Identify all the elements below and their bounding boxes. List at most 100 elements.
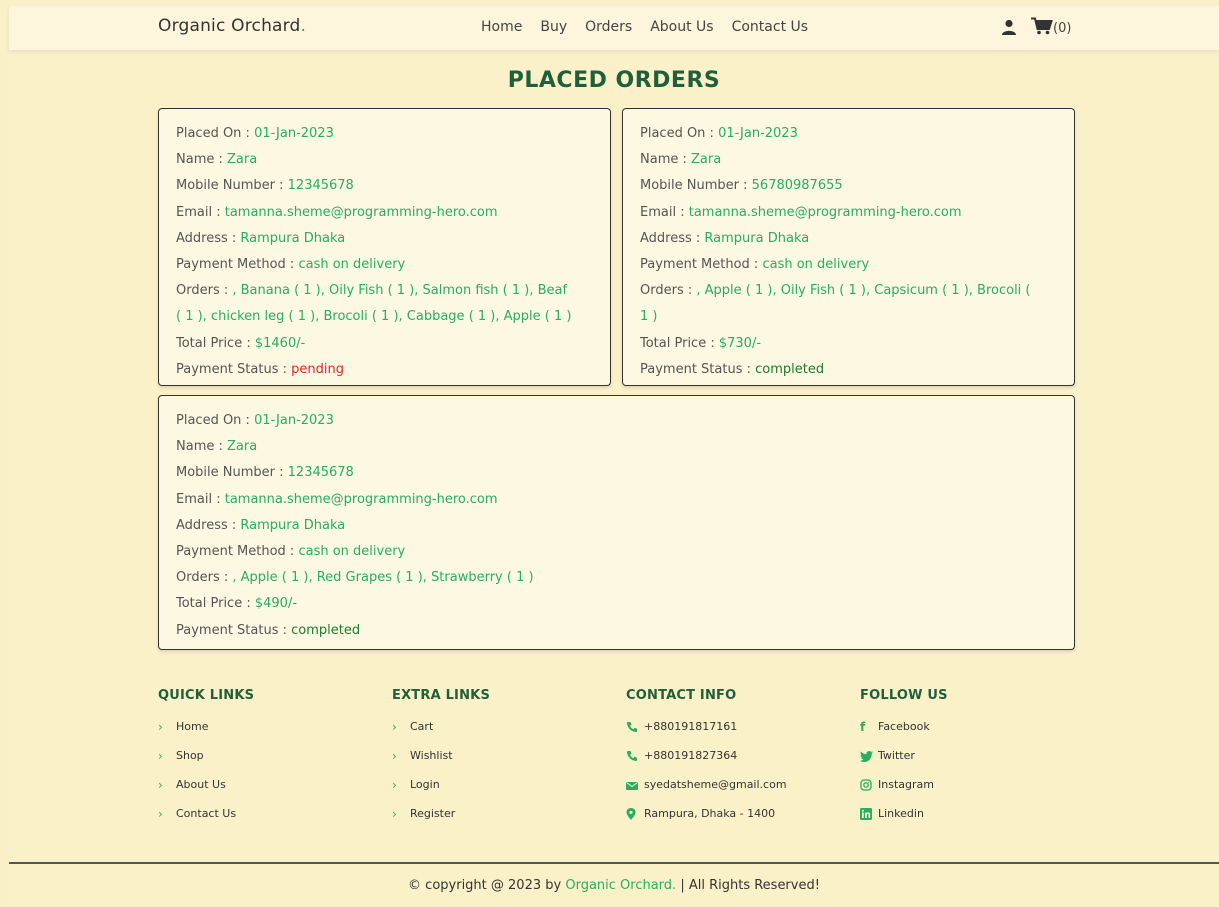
nav-about-us[interactable]: About Us — [650, 19, 713, 35]
name-value: Zara — [227, 152, 258, 168]
orders-row: Orders : , Apple ( 1 ), Red Grapes ( 1 )… — [176, 565, 1074, 591]
social-linkedin[interactable]: Linkedin — [860, 807, 948, 836]
facebook-icon: f — [860, 720, 866, 734]
user-icon[interactable] — [1001, 19, 1019, 37]
placed-on-value: 01-Jan-2023 — [254, 413, 334, 428]
nav-contact-us[interactable]: Contact Us — [732, 19, 808, 35]
placed-on-label: Placed On : — [176, 126, 255, 141]
total-price-value: $1460/- — [254, 335, 306, 351]
copyright-brand: Organic Orchard. — [565, 878, 677, 893]
name-label: Name : — [640, 152, 691, 168]
footer-link-about-us[interactable]: › About Us — [158, 778, 254, 807]
cart-button[interactable]: (0) — [1031, 17, 1071, 39]
quick-links-title: QUICK LINKS — [158, 688, 255, 703]
payment-method-value: cash on delivery — [298, 544, 406, 560]
follow-us-title: FOLLOW US — [860, 688, 948, 703]
copyright: © copyright @ 2023 by Organic Orchard. |… — [9, 878, 1219, 893]
footer-link-cart[interactable]: › Cart — [392, 720, 490, 749]
header-icons: (0) — [1001, 17, 1071, 39]
contact-phone-1[interactable]: +880191817161 — [626, 720, 787, 749]
footer-link-register[interactable]: › Register — [392, 807, 490, 836]
placed-on-value: 01-Jan-2023 — [254, 126, 334, 141]
phone-icon — [626, 720, 644, 734]
envelope-icon — [626, 778, 644, 792]
order-card: Placed On : 01-Jan-2023 Name : Zara Mobi… — [622, 108, 1075, 386]
placed-on-label: Placed On : — [176, 413, 255, 428]
footer-link-wishlist[interactable]: › Wishlist — [392, 749, 490, 778]
payment-method-row: Payment Method : cash on delivery — [640, 252, 1074, 278]
cart-icon — [1031, 17, 1053, 39]
email-label: Email : — [176, 204, 225, 220]
header: Organic Orchard. Home Buy Orders About U… — [9, 6, 1219, 50]
social-twitter[interactable]: Twitter — [859, 749, 948, 778]
mobile-label: Mobile Number : — [640, 178, 752, 194]
footer-link-shop[interactable]: › Shop — [158, 749, 254, 778]
extra-links-title: EXTRA LINKS — [392, 688, 491, 703]
mobile-row: Mobile Number : 12345678 — [176, 460, 1074, 486]
nav-buy[interactable]: Buy — [540, 19, 567, 35]
placed-on-row: Placed On : 01-Jan-2023 — [176, 408, 1074, 434]
copyright-prefix: © copyright @ 2023 by — [408, 878, 566, 893]
social-instagram[interactable]: Instagram — [860, 778, 948, 807]
contact-phone-2[interactable]: +880191827364 — [626, 749, 787, 778]
name-value: Zara — [227, 439, 258, 455]
footer-link-label: Contact Us — [176, 807, 237, 820]
footer-link-login[interactable]: › Login — [392, 778, 490, 807]
payment-status-label: Payment Status : — [640, 361, 756, 377]
social-twitter-label: Twitter — [878, 749, 915, 762]
name-row: Name : Zara — [640, 147, 1074, 173]
email-value: tamanna.sheme@programming-hero.com — [688, 204, 962, 220]
footer-link-label: Register — [410, 807, 456, 820]
logo-text: Organic Orchard — [158, 16, 301, 36]
logo[interactable]: Organic Orchard. — [158, 16, 306, 36]
footer-contact-info: CONTACT INFO +880191817161 +880191827364… — [626, 688, 787, 836]
contact-email-text: syedatsheme@gmail.com — [644, 778, 787, 791]
nav-home[interactable]: Home — [481, 19, 522, 35]
chevron-right-icon: › — [158, 720, 163, 734]
payment-method-label: Payment Method : — [640, 257, 763, 273]
cart-count: (0) — [1053, 20, 1072, 36]
map-marker-icon — [626, 807, 644, 821]
placed-on-row: Placed On : 01-Jan-2023 — [640, 121, 1074, 147]
footer-link-label: Shop — [176, 749, 204, 762]
logo-dot: . — [300, 16, 307, 36]
payment-method-label: Payment Method : — [176, 257, 299, 273]
social-facebook-label: Facebook — [878, 720, 930, 733]
footer-divider — [9, 862, 1219, 864]
contact-address-text: Rampura, Dhaka - 1400 — [644, 807, 776, 820]
payment-status-value: completed — [291, 622, 361, 638]
orders-row-continued: 1 ) — [640, 304, 1074, 330]
phone-icon — [626, 749, 644, 763]
placed-on-label: Placed On : — [640, 126, 719, 141]
placed-on-value: 01-Jan-2023 — [718, 126, 798, 141]
nav-orders[interactable]: Orders — [585, 19, 632, 35]
social-facebook[interactable]: f Facebook — [860, 720, 948, 749]
email-row: Email : tamanna.sheme@programming-hero.c… — [640, 200, 1074, 226]
page: Organic Orchard. Home Buy Orders About U… — [9, 6, 1219, 907]
payment-method-value: cash on delivery — [762, 257, 870, 273]
address-value: Rampura Dhaka — [240, 230, 346, 246]
orders-row: Orders : , Apple ( 1 ), Oily Fish ( 1 ),… — [640, 278, 1074, 304]
mobile-label: Mobile Number : — [176, 178, 288, 194]
total-price-row: Total Price : $490/- — [176, 591, 1074, 617]
contact-address[interactable]: Rampura, Dhaka - 1400 — [626, 807, 787, 836]
payment-status-label: Payment Status : — [176, 361, 292, 377]
orders-row: Orders : , Banana ( 1 ), Oily Fish ( 1 )… — [176, 278, 610, 304]
payment-status-row: Payment Status : pending — [176, 357, 610, 383]
mobile-row: Mobile Number : 12345678 — [176, 173, 610, 199]
email-label: Email : — [176, 491, 225, 507]
address-value: Rampura Dhaka — [240, 517, 346, 533]
email-label: Email : — [640, 204, 689, 220]
footer-link-home[interactable]: › Home — [158, 720, 254, 749]
payment-method-value: cash on delivery — [298, 257, 406, 273]
address-row: Address : Rampura Dhaka — [176, 226, 610, 252]
total-price-label: Total Price : — [176, 596, 255, 612]
contact-email[interactable]: syedatsheme@gmail.com — [626, 778, 787, 807]
footer-follow-us: FOLLOW US f Facebook Twitter Instagram Li… — [859, 688, 948, 836]
chevron-right-icon: › — [392, 778, 397, 792]
payment-status-row: Payment Status : completed — [640, 357, 1074, 383]
orders-items-line2: 1 ) — [640, 309, 658, 325]
footer-link-contact-us[interactable]: › Contact Us — [158, 807, 254, 836]
total-price-row: Total Price : $730/- — [640, 331, 1074, 357]
order-card: Placed On : 01-Jan-2023 Name : Zara Mobi… — [158, 395, 1075, 650]
